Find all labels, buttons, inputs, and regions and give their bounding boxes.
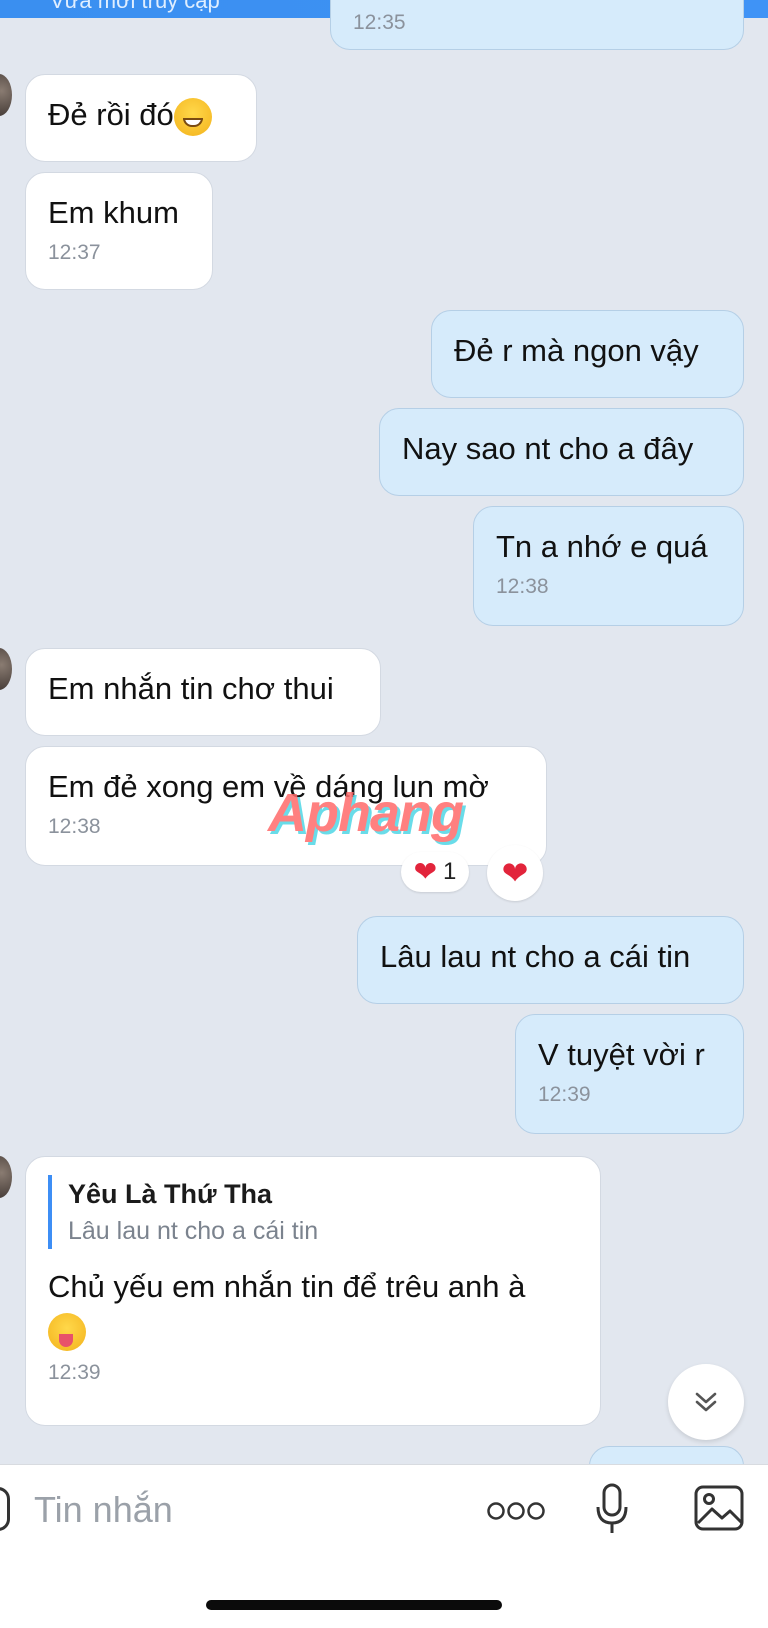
reply-quote[interactable]: Yêu Là Thứ Tha Lâu lau nt cho a cái tin — [48, 1175, 578, 1249]
presence-status: Vừa mới truy cập — [50, 0, 220, 13]
message-text: Em khum — [48, 195, 179, 230]
reaction-summary[interactable]: ❤ 1 — [401, 852, 469, 892]
message-emoji-line — [48, 1313, 578, 1351]
chevron-double-down-icon — [695, 1392, 717, 1412]
reaction-count: 1 — [443, 858, 457, 885]
reply-quote-author: Yêu Là Thứ Tha — [68, 1179, 273, 1209]
message-text-wrap: Đẻ rồi đó — [48, 93, 234, 137]
heart-icon: ❤ — [413, 856, 438, 887]
message-bubble-incoming[interactable]: Em khum 12:37 — [25, 172, 213, 290]
home-indicator[interactable] — [206, 1600, 502, 1610]
contact-avatar[interactable] — [0, 648, 12, 690]
wink-tongue-emoji-icon — [48, 1313, 86, 1351]
message-time: 12:35 — [353, 11, 406, 34]
message-text: V tuyệt vời r — [538, 1037, 705, 1072]
scroll-to-bottom-button[interactable] — [668, 1364, 744, 1440]
message-text: Em nhắn tin chơ thui — [48, 671, 334, 706]
reply-quote-text: Lâu lau nt cho a cái tin — [68, 1217, 319, 1245]
message-text: Chủ yếu em nhắn tin để trêu anh à — [48, 1269, 526, 1304]
contact-avatar[interactable] — [0, 1156, 12, 1198]
react-heart-button[interactable]: ❤ — [487, 845, 543, 901]
message-text: Lâu lau nt cho a cái tin — [380, 939, 691, 974]
message-bubble-incoming[interactable]: Đẻ rồi đó — [25, 74, 257, 162]
heart-icon: ❤ — [501, 855, 529, 891]
message-bubble-outgoing[interactable]: Đẻ r mà ngon vậy — [431, 310, 744, 398]
message-text: Đẻ rồi đó — [48, 97, 174, 132]
grin-emoji-icon — [173, 97, 212, 136]
message-time: 12:39 — [48, 1361, 101, 1384]
message-text: Nay sao nt cho a đây — [402, 431, 694, 466]
message-time: 12:37 — [48, 241, 101, 264]
message-bubble-outgoing[interactable]: V tuyệt vời r 12:39 — [515, 1014, 744, 1134]
message-input[interactable]: Tin nhắn — [34, 1489, 173, 1531]
message-text: Đẻ r mà ngon vậy — [454, 333, 699, 368]
message-bubble-outgoing[interactable]: Nay sao nt cho a đây — [379, 408, 744, 496]
message-bubble-outgoing[interactable]: Tn a nhớ e quá 12:38 — [473, 506, 744, 626]
emoji-sticker-icon[interactable] — [0, 1487, 10, 1531]
message-bubble-outgoing[interactable]: 12:35 — [330, 0, 744, 50]
more-dots-icon[interactable] — [486, 1499, 546, 1523]
microphone-icon[interactable] — [594, 1483, 630, 1535]
contact-avatar[interactable] — [0, 74, 12, 116]
message-text: Tn a nhớ e quá — [496, 529, 708, 564]
image-icon[interactable] — [694, 1485, 744, 1531]
message-bubble-incoming[interactable]: Em nhắn tin chơ thui — [25, 648, 381, 736]
message-time: 12:38 — [496, 575, 549, 598]
message-time: 12:39 — [538, 1083, 591, 1106]
watermark-logo: Aphang — [268, 783, 464, 843]
message-bubble-outgoing[interactable]: Lâu lau nt cho a cái tin — [357, 916, 744, 1004]
message-bubble-incoming-reply[interactable]: Yêu Là Thứ Tha Lâu lau nt cho a cái tin … — [25, 1156, 601, 1426]
